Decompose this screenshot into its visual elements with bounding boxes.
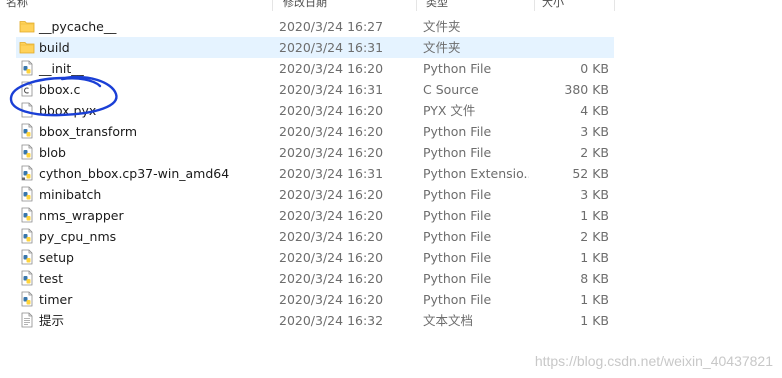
file-type: 文件夹 xyxy=(423,40,461,55)
file-date-modified: 2020/3/24 16:20 xyxy=(279,271,384,286)
file-row[interactable]: bbox.pyx 2020/3/24 16:20 PYX 文件 4 KB xyxy=(16,100,614,121)
file-date-modified: 2020/3/24 16:20 xyxy=(279,292,384,307)
file-row[interactable]: timer 2020/3/24 16:20 Python File 1 KB xyxy=(16,289,614,310)
file-size: 1 KB xyxy=(580,313,609,328)
file-name: timer xyxy=(39,292,73,307)
file-type: Python Extensio... xyxy=(423,166,529,181)
file-type: Python File xyxy=(423,61,492,76)
file-name: bbox_transform xyxy=(39,124,138,139)
file-name: minibatch xyxy=(39,187,102,202)
file-name: cython_bbox.cp37-win_amd64 xyxy=(39,166,230,181)
python-file-icon xyxy=(19,249,35,265)
file-date-modified: 2020/3/24 16:20 xyxy=(279,103,384,118)
file-row[interactable]: 提示 2020/3/24 16:32 文本文档 1 KB xyxy=(16,310,614,331)
file-size: 8 KB xyxy=(580,271,609,286)
file-date-modified: 2020/3/24 16:20 xyxy=(279,187,384,202)
file-name: bbox.pyx xyxy=(39,103,97,118)
python-file-icon xyxy=(19,270,35,286)
file-size: 3 KB xyxy=(580,124,609,139)
file-row[interactable]: bbox.c 2020/3/24 16:31 C Source 380 KB xyxy=(16,79,614,100)
c-source-file-icon xyxy=(19,81,35,97)
file-row[interactable]: minibatch 2020/3/24 16:20 Python File 3 KB xyxy=(16,184,614,205)
python-file-icon xyxy=(19,123,35,139)
file-type: Python File xyxy=(423,250,492,265)
file-date-modified: 2020/3/24 16:20 xyxy=(279,61,384,76)
file-size: 2 KB xyxy=(580,229,609,244)
file-type: Python File xyxy=(423,124,492,139)
column-header: 名称 修改日期 类型 大小 xyxy=(0,0,782,11)
file-row[interactable]: py_cpu_nms 2020/3/24 16:20 Python File 2 KB xyxy=(16,226,614,247)
file-name: py_cpu_nms xyxy=(39,229,117,244)
python-file-icon xyxy=(19,144,35,160)
file-type: 文本文档 xyxy=(423,313,474,328)
file-row[interactable]: bbox_transform 2020/3/24 16:20 Python File… xyxy=(16,121,614,142)
watermark: https://blog.csdn.net/weixin_40437821 xyxy=(534,353,773,369)
file-size: 4 KB xyxy=(580,103,609,118)
file-name: build xyxy=(39,40,70,55)
file-date-modified: 2020/3/24 16:27 xyxy=(279,19,384,34)
file-name: 提示 xyxy=(39,313,65,328)
file-row[interactable]: setup 2020/3/24 16:20 Python File 1 KB xyxy=(16,247,614,268)
file-name: nms_wrapper xyxy=(39,208,124,223)
file-date-modified: 2020/3/24 16:20 xyxy=(279,229,384,244)
column-divider[interactable] xyxy=(614,0,615,11)
file-name: setup xyxy=(39,250,74,265)
python-file-icon xyxy=(19,60,35,76)
python-file-icon xyxy=(19,186,35,202)
file-size: 380 KB xyxy=(564,82,609,97)
file-name: blob xyxy=(39,145,66,160)
file-type: 文件夹 xyxy=(423,19,461,34)
file-name: test xyxy=(39,271,64,286)
column-divider[interactable] xyxy=(534,0,535,11)
file-row[interactable]: __init__ 2020/3/24 16:20 Python File 0 KB xyxy=(16,58,614,79)
file-date-modified: 2020/3/24 16:32 xyxy=(279,313,384,328)
folder-icon xyxy=(19,18,35,34)
file-date-modified: 2020/3/24 16:31 xyxy=(279,40,384,55)
file-size: 2 KB xyxy=(580,145,609,160)
file-type: Python File xyxy=(423,292,492,307)
file-size: 1 KB xyxy=(580,292,609,307)
python-file-icon xyxy=(19,291,35,307)
file-row[interactable]: __pycache__ 2020/3/24 16:27 文件夹 xyxy=(16,16,614,37)
python-file-icon xyxy=(19,207,35,223)
file-name: bbox.c xyxy=(39,82,81,97)
file-date-modified: 2020/3/24 16:20 xyxy=(279,208,384,223)
file-type: Python File xyxy=(423,145,492,160)
file-date-modified: 2020/3/24 16:31 xyxy=(279,166,384,181)
file-row[interactable]: nms_wrapper 2020/3/24 16:20 Python File 1 K… xyxy=(16,205,614,226)
file-size: 1 KB xyxy=(580,250,609,265)
text-document-icon xyxy=(19,312,35,328)
file-row[interactable]: cython_bbox.cp37-win_amd64 2020/3/24 16:3… xyxy=(16,163,614,184)
file-size: 1 KB xyxy=(580,208,609,223)
file-type: C Source xyxy=(423,82,479,97)
blank-file-icon xyxy=(19,102,35,118)
file-date-modified: 2020/3/24 16:31 xyxy=(279,82,384,97)
file-name: __init__ xyxy=(39,61,84,76)
column-divider[interactable] xyxy=(416,0,417,11)
file-size: 52 KB xyxy=(572,166,609,181)
file-row[interactable]: blob 2020/3/24 16:20 Python File 2 KB xyxy=(16,142,614,163)
column-divider[interactable] xyxy=(272,0,273,11)
column-date-header[interactable]: 修改日期 xyxy=(283,0,327,11)
python-file-icon xyxy=(19,228,35,244)
file-date-modified: 2020/3/24 16:20 xyxy=(279,124,384,139)
column-type-header[interactable]: 类型 xyxy=(426,0,448,11)
file-type: Python File xyxy=(423,271,492,286)
file-date-modified: 2020/3/24 16:20 xyxy=(279,250,384,265)
file-row[interactable]: test 2020/3/24 16:20 Python File 8 KB xyxy=(16,268,614,289)
column-size-header[interactable]: 大小 xyxy=(542,0,564,11)
file-name: __pycache__ xyxy=(39,19,117,34)
python-extension-icon xyxy=(19,165,35,181)
folder-icon xyxy=(19,39,35,55)
file-type: PYX 文件 xyxy=(423,103,476,118)
file-date-modified: 2020/3/24 16:20 xyxy=(279,145,384,160)
file-type: Python File xyxy=(423,229,492,244)
file-row[interactable]: build 2020/3/24 16:31 文件夹 xyxy=(16,37,614,58)
file-type: Python File xyxy=(423,187,492,202)
column-name-header[interactable]: 名称 xyxy=(6,0,28,11)
file-size: 0 KB xyxy=(580,61,609,76)
file-size: 3 KB xyxy=(580,187,609,202)
file-type: Python File xyxy=(423,208,492,223)
